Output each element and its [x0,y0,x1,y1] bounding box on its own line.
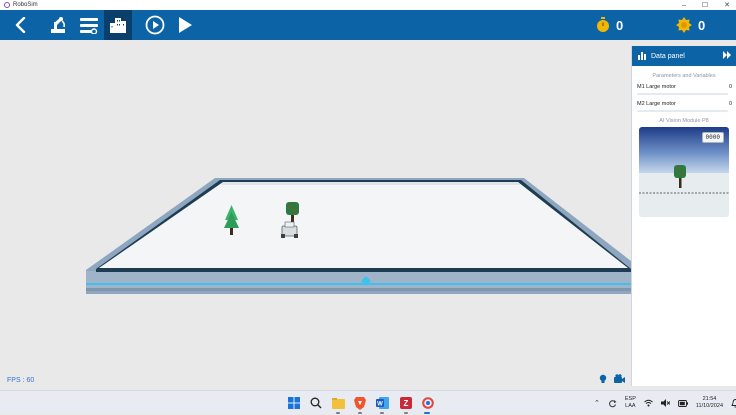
os-taskbar: W Z ⌃ ESP LAA 21:54 11/10/2024 [0,390,736,414]
minimize-button[interactable]: – [682,2,686,9]
city-icon [110,18,126,33]
window-title-bar: RoboSim – ☐ ✕ [0,0,736,10]
bar-chart-icon [638,52,646,60]
maximize-button[interactable]: ☐ [702,1,708,9]
clock-time: 21:54 [702,396,717,402]
play-circle-icon [145,15,165,35]
param-bar-m1 [637,93,728,95]
arena-floor [99,182,628,268]
svg-text:W: W [377,402,383,408]
taskbar-word[interactable]: W [374,395,390,411]
arena-base [86,271,631,289]
robot-arm-button[interactable] [46,10,72,40]
clock-date: 11/10/2024 [695,403,724,409]
param-value: 0 [728,84,732,90]
data-panel: Data panel Parameters and Variables M1 L… [631,46,736,386]
volume-muted-icon[interactable] [660,399,670,407]
params-section-label: Parameters and Variables [652,73,716,79]
battery-icon[interactable] [677,399,688,407]
arena-bottom-edge [86,288,631,291]
run-step-button[interactable] [142,10,168,40]
language-code: ESP [624,396,636,402]
start-button[interactable] [286,395,302,411]
word-icon: W [375,397,389,409]
settings-sliders-icon [80,18,98,34]
taskbar-brave[interactable] [352,395,368,411]
svg-text:Z: Z [404,399,409,408]
back-icon [15,17,26,33]
brave-browser-icon [354,396,366,410]
main-toolbar: 0 0 [0,10,736,40]
settings-button[interactable] [76,10,102,40]
camera-icon[interactable] [614,374,625,384]
folder-icon [331,397,345,409]
sync-icon[interactable] [608,399,617,408]
taskbar-zotero[interactable]: Z [398,395,414,411]
param-bar-m2 [637,110,728,112]
timer-value: 0 [616,17,624,33]
param-label: M1 Large motor [637,84,676,90]
windows-logo-icon [288,397,300,409]
robot-arm-icon [51,17,66,33]
vision-camera-feed: 0000 [639,127,729,217]
timer-counter: 0 [596,10,623,40]
clock[interactable]: 21:54 11/10/2024 [696,396,723,410]
wifi-icon[interactable] [644,399,653,407]
data-panel-header[interactable]: Data panel [632,46,736,66]
score-value: 0 [698,17,706,33]
stopwatch-icon [597,17,609,32]
arena-3d-view [86,178,631,294]
vision-readout: 0000 [701,132,724,143]
app-logo-icon [4,2,10,8]
taskbar-file-explorer[interactable] [330,395,346,411]
play-icon [179,17,192,33]
close-button[interactable]: ✕ [724,1,730,9]
bulb-icon[interactable] [598,374,608,384]
scene-button[interactable] [104,10,132,40]
vision-section-label: AI Vision Module P8 [659,118,709,124]
fps-counter: FPS : 60 [7,377,35,384]
language-layout: LAA [625,403,636,409]
collapse-panel-icon[interactable] [723,51,732,59]
param-value: 0 [728,101,732,107]
taskbar-robosim[interactable] [420,395,436,411]
window-title: RoboSim [13,2,38,8]
taskbar-search-button[interactable] [308,395,324,411]
chevron-up-icon[interactable]: ⌃ [594,399,600,407]
search-icon [310,397,322,409]
score-counter: 0 [676,10,705,40]
notification-bell-icon[interactable] [731,398,736,408]
robosim-app-icon [422,397,434,409]
back-button[interactable] [8,10,34,40]
language-indicator[interactable]: ESP LAA [625,396,636,410]
system-tray: ⌃ ESP LAA 21:54 11/10/2024 [594,391,736,415]
sun-badge-icon [676,17,692,33]
param-label: M2 Large motor [637,101,676,107]
data-panel-title: Data panel [651,52,685,60]
arena-glow-strip [86,283,631,285]
param-row-m1: M1 Large motor 0 [632,84,736,90]
param-row-m2: M2 Large motor 0 [632,101,736,107]
zotero-icon: Z [400,397,412,409]
simulation-viewport[interactable]: FPS : 60 [0,40,631,390]
play-button[interactable] [172,10,198,40]
